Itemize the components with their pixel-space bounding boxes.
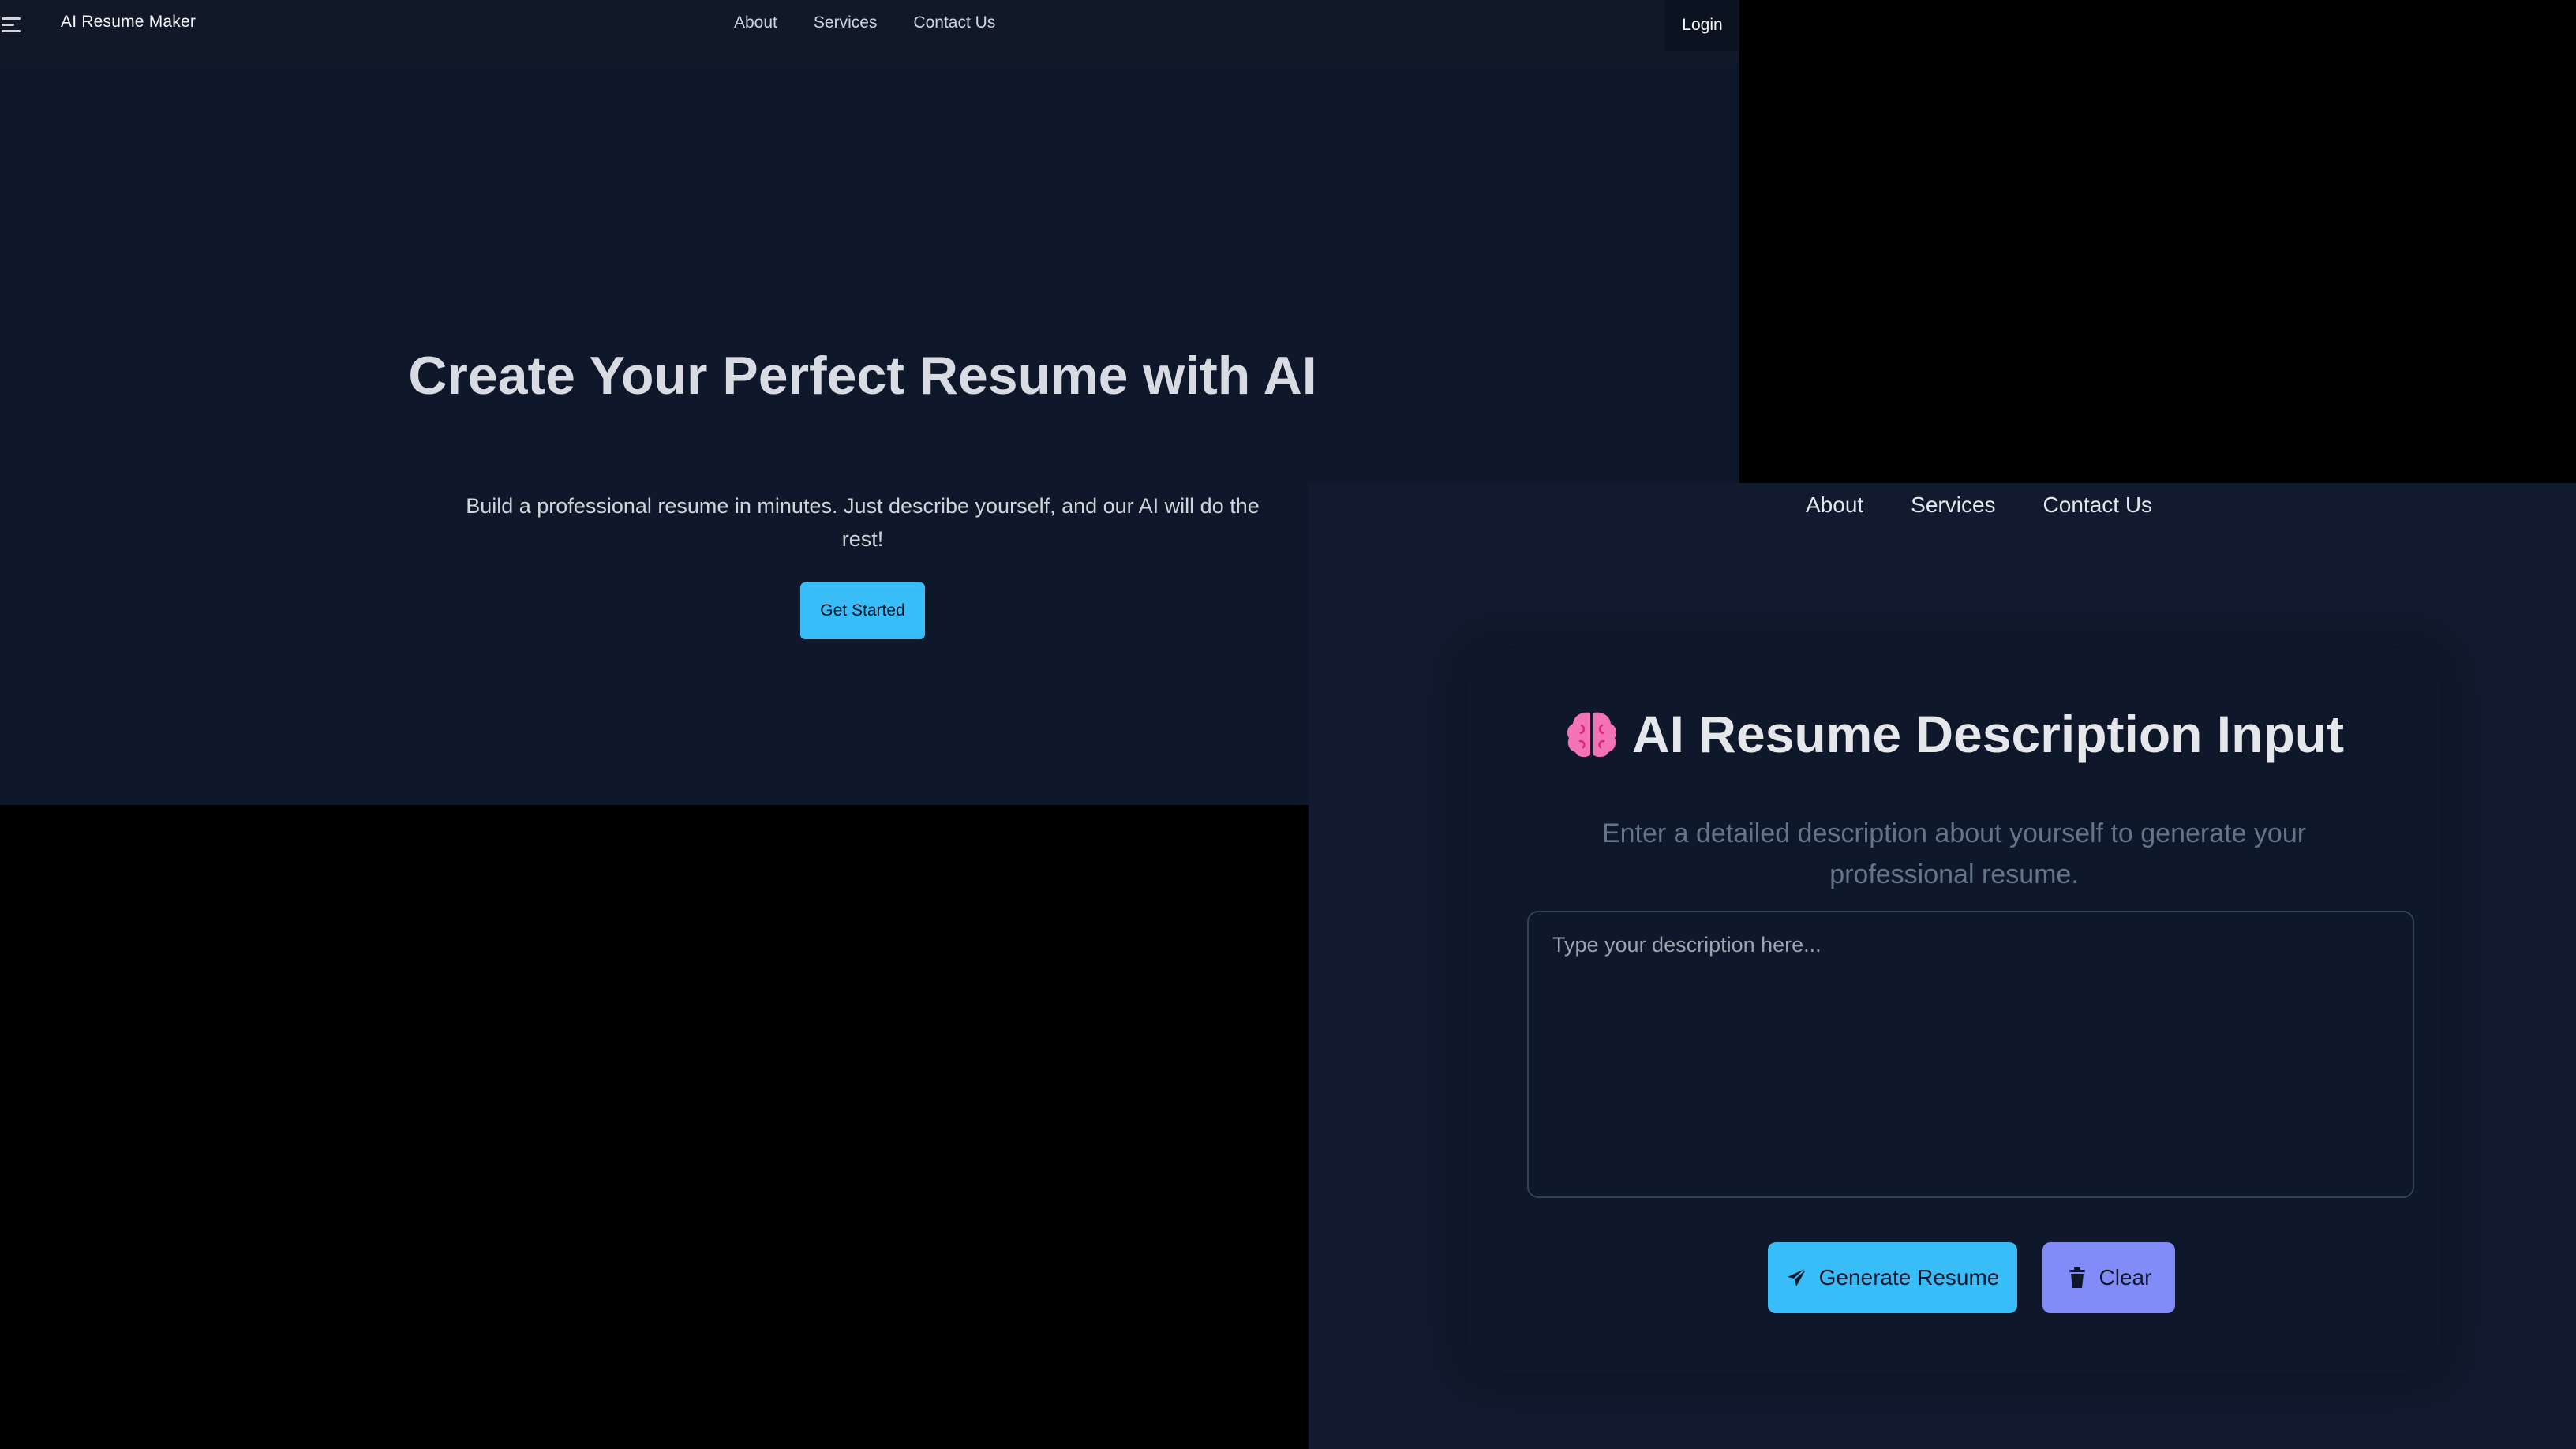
get-started-button[interactable]: Get Started — [800, 582, 925, 639]
page-title: AI Resume Description Input — [1631, 705, 2345, 763]
top-navbar: AI Resume Maker About Services Contact U… — [0, 0, 1739, 65]
nav-links: About Services Contact Us — [1806, 492, 2152, 518]
hero-subtitle: Build a professional resume in minutes. … — [466, 494, 1260, 551]
clear-label: Clear — [2099, 1265, 2152, 1290]
nav-link-about[interactable]: About — [734, 13, 777, 32]
paper-plane-icon — [1787, 1267, 1807, 1286]
nav-links: About Services Contact Us — [734, 13, 995, 32]
brand-logo-text[interactable]: AI Resume Maker — [61, 13, 196, 32]
trash-icon — [2069, 1267, 2085, 1288]
description-card: AI Resume Description Input Enter a deta… — [1466, 649, 2442, 1375]
nav-link-services[interactable]: Services — [814, 13, 878, 32]
brain-icon — [1567, 712, 1616, 758]
page-subtitle: Enter a detailed description about yours… — [1601, 818, 2307, 889]
login-button[interactable]: Login — [1665, 0, 1739, 51]
clear-button[interactable]: Clear — [2042, 1242, 2175, 1313]
hamburger-menu-icon[interactable] — [2, 17, 21, 33]
description-textarea[interactable] — [1527, 911, 2414, 1198]
description-input-window: About Services Contact Us AI Resume Desc… — [1309, 483, 2576, 1449]
nav-link-services[interactable]: Services — [1911, 492, 1995, 518]
hero-title: Create Your Perfect Resume with AI — [408, 346, 1317, 406]
card-header: AI Resume Description Input — [1466, 702, 2442, 766]
nav-link-contact[interactable]: Contact Us — [913, 13, 995, 32]
generate-resume-label: Generate Resume — [1818, 1265, 2000, 1290]
nav-link-about[interactable]: About — [1806, 492, 1863, 518]
generate-resume-button[interactable]: Generate Resume — [1768, 1242, 2017, 1313]
nav-link-contact[interactable]: Contact Us — [2043, 492, 2153, 518]
